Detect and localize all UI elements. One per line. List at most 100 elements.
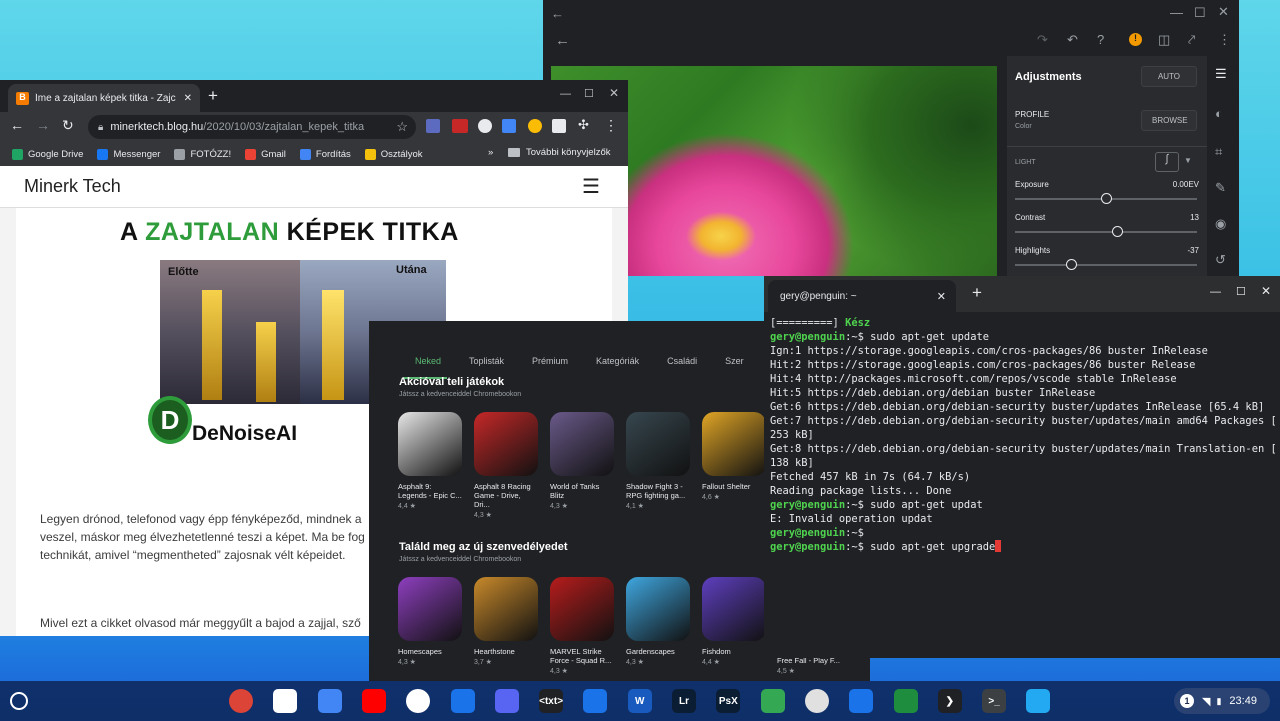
slider-track[interactable]: [1015, 226, 1197, 237]
terminal-tab[interactable]: gery@penguin: ~ ✕: [768, 280, 956, 312]
game-icon[interactable]: [804, 689, 829, 713]
app-card[interactable]: Homescapes 4,3 ★: [398, 577, 462, 666]
back-icon[interactable]: ←: [555, 32, 570, 49]
slider-track[interactable]: [1015, 193, 1197, 204]
app-card[interactable]: Free Fall - Play F... 4,5 ★: [777, 656, 841, 675]
launcher-icon[interactable]: [10, 692, 28, 710]
share-icon[interactable]: ⤤: [1188, 32, 1195, 48]
new-tab-icon[interactable]: +: [208, 86, 218, 106]
terminal-icon[interactable]: >_: [982, 689, 1007, 713]
other-bookmarks[interactable]: További könyvjelzők: [508, 147, 611, 158]
history-icon[interactable]: ↺: [1215, 252, 1226, 268]
files-icon[interactable]: [583, 689, 608, 713]
compare-icon[interactable]: ◫: [1158, 32, 1170, 48]
close-icon[interactable]: ✕: [609, 86, 619, 100]
lightroom-icon[interactable]: Lr: [672, 689, 696, 713]
play-tab[interactable]: Neked: [415, 356, 441, 366]
help-icon[interactable]: ?: [1097, 32, 1104, 47]
bookmark-item[interactable]: Google Drive: [12, 148, 83, 160]
filter-icon[interactable]: ◐: [1215, 106, 1223, 121]
address-bar[interactable]: 🔒︎ minerktech.blog.hu /2020/10/03/zajtal…: [88, 115, 416, 139]
slider-knob[interactable]: [1112, 226, 1123, 237]
app-card[interactable]: Gardenscapes 4,3 ★: [626, 577, 690, 666]
healing-icon[interactable]: ✎: [1215, 180, 1226, 196]
reload-icon[interactable]: ↻: [62, 117, 74, 134]
close-icon[interactable]: ✕: [1261, 284, 1271, 298]
alert-icon[interactable]: !: [1129, 33, 1142, 46]
minimize-icon[interactable]: —: [560, 88, 571, 100]
tab-close-icon[interactable]: ✕: [184, 93, 192, 104]
puzzle-extensions-icon[interactable]: ✣: [578, 117, 589, 133]
bookmark-item[interactable]: Osztályok: [364, 148, 422, 160]
messages-icon[interactable]: [450, 689, 475, 713]
auto-button[interactable]: AUTO: [1141, 66, 1197, 87]
app-card[interactable]: Fallout Shelter 4,6 ★: [702, 412, 766, 501]
app-card[interactable]: Asphalt 9: Legends - Epic C... 4,4 ★: [398, 412, 462, 510]
minimize-icon[interactable]: —: [1210, 286, 1221, 298]
sliders-icon[interactable]: ☰: [1215, 66, 1227, 82]
slider-knob[interactable]: [1101, 193, 1112, 204]
maximize-icon[interactable]: ☐: [1236, 285, 1246, 298]
maximize-icon[interactable]: ☐: [1194, 5, 1206, 21]
hamburger-menu-icon[interactable]: ☰: [582, 174, 600, 199]
app-card[interactable]: Fishdom 4,4 ★: [702, 577, 766, 666]
bookmark-item[interactable]: FOTÓZZ!: [174, 148, 231, 160]
extension-3-icon[interactable]: [552, 119, 566, 133]
status-tray[interactable]: 1 ◥ ▮ 23:49: [1174, 688, 1270, 714]
close-icon[interactable]: ✕: [1218, 4, 1229, 20]
vscode-icon[interactable]: [1026, 689, 1051, 713]
terminal-output[interactable]: [=========] Kész gery@penguin:~$ sudo apt…: [770, 316, 1277, 554]
word-icon[interactable]: W: [627, 689, 652, 713]
chrome-icon[interactable]: [229, 689, 253, 713]
play-tab[interactable]: Kategóriák: [596, 356, 639, 366]
play-tab[interactable]: Családi: [667, 356, 697, 366]
selective-icon[interactable]: ◉: [1215, 216, 1226, 232]
menu-icon[interactable]: ⋮: [604, 117, 618, 134]
forward-arrow-icon[interactable]: →: [36, 117, 50, 133]
app-card[interactable]: Hearthstone 3,7 ★: [474, 577, 538, 666]
docs-icon[interactable]: [317, 689, 342, 713]
extension-2-icon[interactable]: [528, 119, 542, 133]
bookmark-item[interactable]: Gmail: [245, 148, 286, 160]
maximize-icon[interactable]: ☐: [584, 87, 594, 100]
app-card[interactable]: Asphalt 8 Racing Game - Drive, Dri... 4,3…: [474, 412, 538, 519]
chevron-down-icon[interactable]: ▼: [1184, 156, 1192, 165]
play-tab[interactable]: Prémium: [532, 356, 568, 366]
back-arrow-icon[interactable]: ←: [10, 117, 24, 133]
app-card[interactable]: Shadow Fight 3 - RPG fighting ga... 4,1 ★: [626, 412, 690, 510]
tone-curve-icon[interactable]: ∫: [1155, 152, 1179, 172]
browse-button[interactable]: BROWSE: [1141, 110, 1197, 131]
play-tab[interactable]: Toplisták: [469, 356, 504, 366]
extension-icon[interactable]: [426, 119, 440, 133]
gamepad-icon[interactable]: [849, 689, 874, 713]
adblock-icon[interactable]: [452, 119, 468, 133]
launcher-arrow-icon[interactable]: ❯: [937, 689, 962, 713]
translate-icon[interactable]: [502, 119, 516, 133]
app-card[interactable]: MARVEL Strike Force - Squad R... 4,3 ★: [550, 577, 614, 675]
text-editor-icon[interactable]: <txt>: [539, 689, 564, 713]
play-store-icon[interactable]: [406, 689, 431, 713]
photoshop-express-icon[interactable]: PsX: [716, 689, 741, 713]
download-icon[interactable]: [478, 119, 492, 133]
bookmark-item[interactable]: Messenger: [97, 148, 160, 160]
gmail-icon[interactable]: [273, 689, 298, 713]
settings-gear-icon[interactable]: [760, 689, 785, 713]
slider-track[interactable]: [1015, 259, 1197, 270]
classroom-icon[interactable]: [893, 689, 918, 713]
app-card[interactable]: World of Tanks Blitz 4,3 ★: [550, 412, 614, 510]
site-title[interactable]: Minerk Tech: [24, 176, 121, 197]
youtube-icon[interactable]: [361, 689, 386, 713]
bookmark-star-icon[interactable]: ☆: [396, 119, 408, 135]
back-arrow-icon[interactable]: ←: [551, 6, 564, 21]
minimize-icon[interactable]: —: [1170, 5, 1183, 20]
browser-tab[interactable]: B Íme a zajtalan képek titka - Zajcs ✕: [8, 84, 200, 112]
new-tab-icon[interactable]: +: [972, 283, 982, 303]
tab-close-icon[interactable]: ✕: [937, 290, 946, 303]
undo-icon[interactable]: ↶: [1067, 32, 1078, 48]
crop-icon[interactable]: ⌗: [1215, 144, 1222, 160]
more-icon[interactable]: ⋮: [1218, 32, 1231, 48]
play-tab[interactable]: Szer: [725, 356, 744, 366]
chevron-more-icon[interactable]: »: [488, 147, 493, 158]
redo-icon[interactable]: ↷: [1037, 32, 1048, 48]
discord-icon[interactable]: [494, 689, 519, 713]
